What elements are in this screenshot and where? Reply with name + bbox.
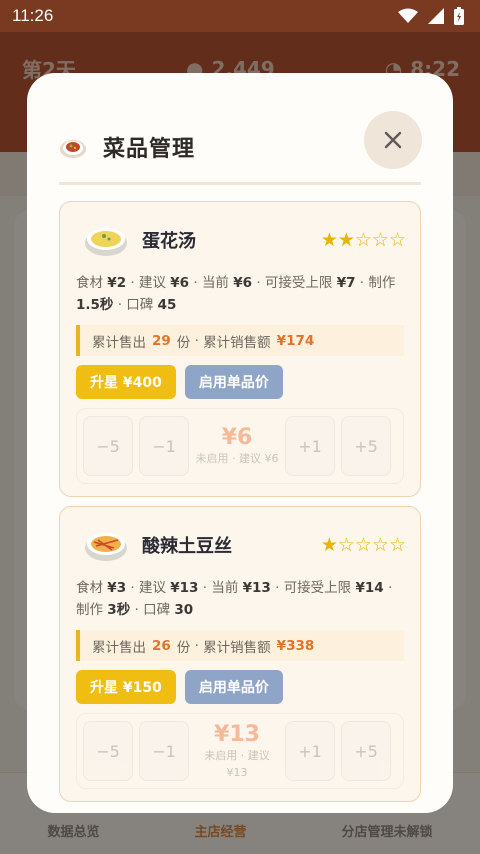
dish-plate-icon bbox=[60, 139, 86, 158]
egg-soup-icon bbox=[85, 228, 127, 256]
star-rating: ★★☆☆☆ bbox=[320, 229, 406, 251]
plus1-button[interactable]: +1 bbox=[285, 416, 335, 476]
sales-summary: 累计售出 26 份 · 累计销售额 ¥338 bbox=[76, 630, 404, 661]
enable-item-price-button[interactable]: 启用单品价 bbox=[184, 670, 283, 704]
upgrade-star-button[interactable]: 升星 ¥150 bbox=[76, 670, 176, 704]
modal-header: 菜品管理 bbox=[59, 111, 422, 185]
minus5-button[interactable]: −5 bbox=[83, 721, 133, 781]
battery-icon bbox=[454, 7, 464, 25]
wifi-icon bbox=[398, 8, 418, 23]
price-adjuster: −5 −1 ¥13 未启用 · 建议 ¥13 +1 +5 bbox=[76, 713, 404, 789]
dish-card: 蛋花汤 ★★☆☆☆ 食材 ¥2 · 建议 ¥6 · 当前 ¥6 · 可接受上限 … bbox=[59, 201, 421, 497]
enable-item-price-button[interactable]: 启用单品价 bbox=[184, 365, 283, 399]
price-note: 未启用 · 建议 ¥6 bbox=[195, 452, 279, 465]
close-icon bbox=[384, 131, 402, 149]
status-bar: 11:26 bbox=[0, 0, 480, 32]
sales-summary: 累计售出 29 份 · 累计销售额 ¥174 bbox=[76, 325, 404, 356]
price-note: 未启用 · 建议 ¥13 bbox=[204, 748, 270, 779]
plus1-button[interactable]: +1 bbox=[285, 721, 335, 781]
star-rating: ★☆☆☆☆ bbox=[320, 534, 406, 556]
plus5-button[interactable]: +5 bbox=[341, 416, 391, 476]
minus1-button[interactable]: −1 bbox=[139, 416, 189, 476]
dish-info: 食材 ¥2 · 建议 ¥6 · 当前 ¥6 · 可接受上限 ¥7 · 制作 1.… bbox=[76, 275, 396, 313]
status-time: 11:26 bbox=[12, 6, 54, 25]
status-icons bbox=[398, 7, 464, 25]
item-price: ¥13 bbox=[214, 721, 260, 747]
dish-name: 蛋花汤 bbox=[142, 231, 196, 252]
potato-shreds-icon bbox=[85, 533, 127, 561]
minus1-button[interactable]: −1 bbox=[139, 721, 189, 781]
modal-title: 菜品管理 bbox=[103, 136, 196, 162]
upgrade-star-button[interactable]: 升星 ¥400 bbox=[76, 365, 176, 399]
dish-management-modal: 菜品管理 蛋花汤 ★★☆☆☆ 食材 ¥2 · 建议 ¥6 · 当前 ¥6 · 可… bbox=[27, 73, 453, 813]
dish-card: 酸辣土豆丝 ★☆☆☆☆ 食材 ¥3 · 建议 ¥13 · 当前 ¥13 · 可接… bbox=[59, 506, 421, 802]
price-adjuster: −5 −1 ¥6 未启用 · 建议 ¥6 +1 +5 bbox=[76, 408, 404, 484]
item-price: ¥6 bbox=[221, 425, 253, 450]
minus5-button[interactable]: −5 bbox=[83, 416, 133, 476]
signal-icon bbox=[428, 8, 444, 24]
plus5-button[interactable]: +5 bbox=[341, 721, 391, 781]
dish-name: 酸辣土豆丝 bbox=[142, 536, 232, 557]
close-button[interactable] bbox=[364, 111, 422, 169]
dish-info: 食材 ¥3 · 建议 ¥13 · 当前 ¥13 · 可接受上限 ¥14 · 制作… bbox=[76, 580, 393, 618]
